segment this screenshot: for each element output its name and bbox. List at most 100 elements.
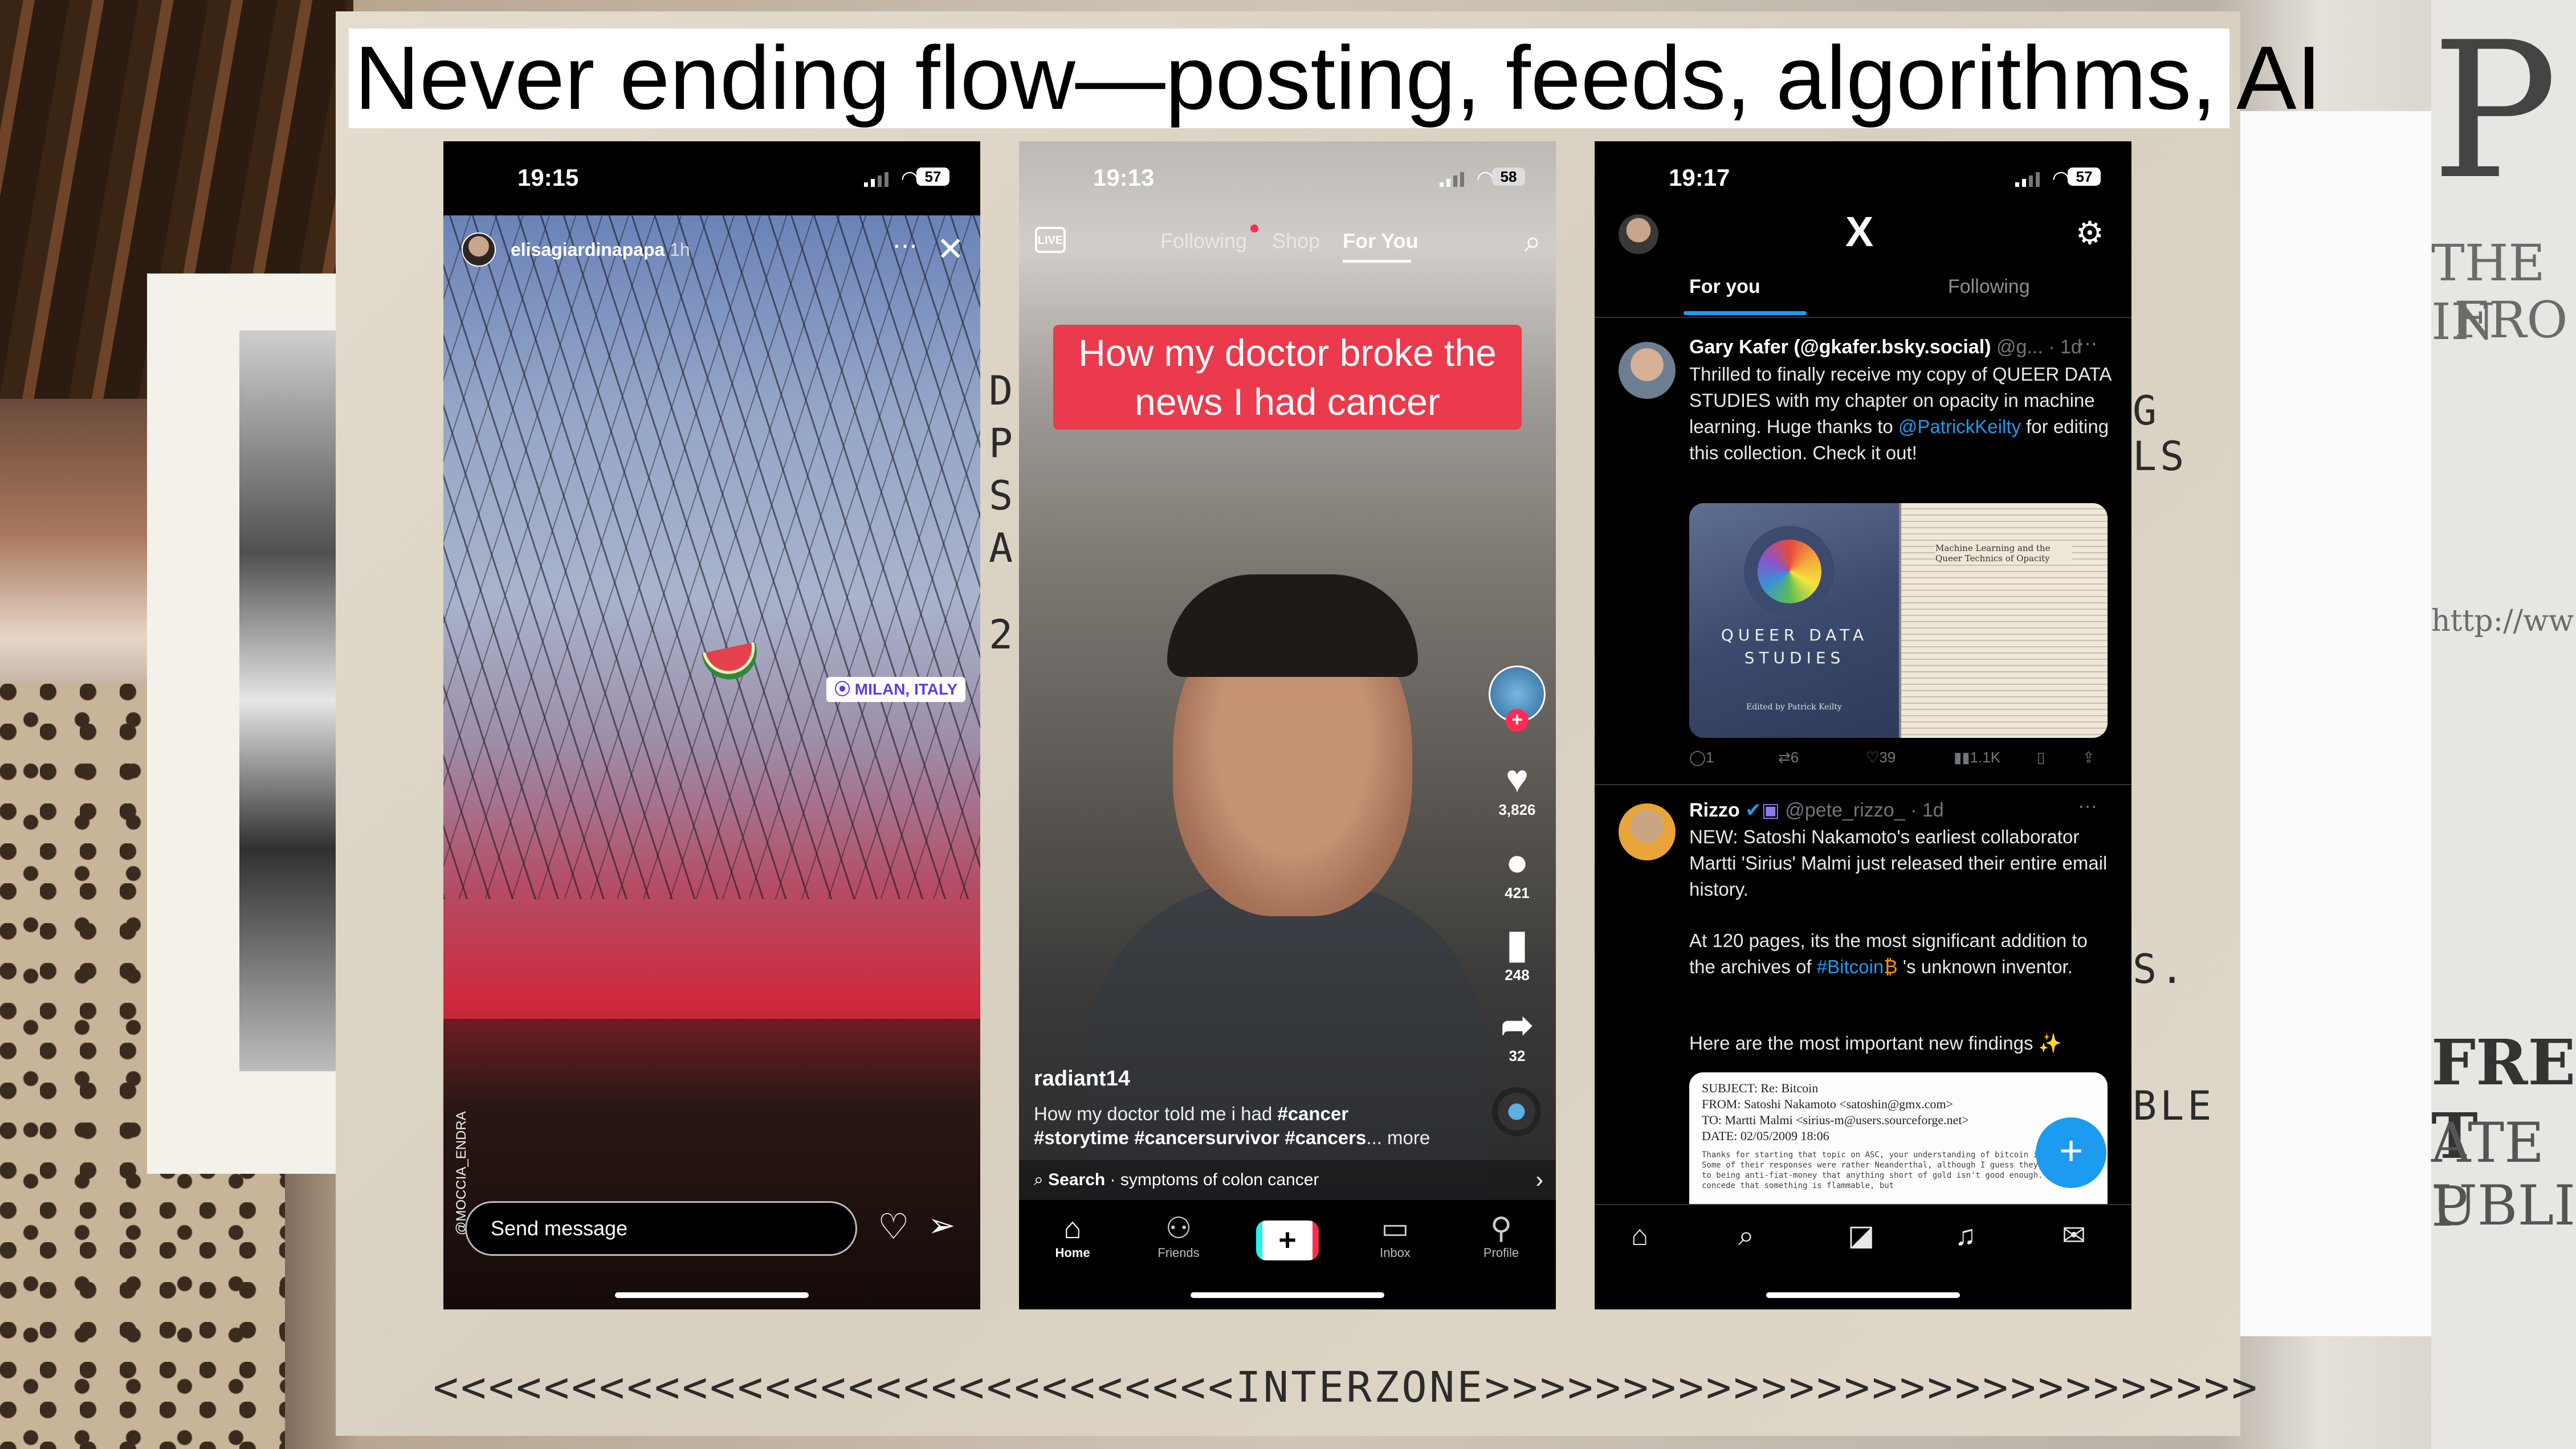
live-button[interactable]: LIVE <box>1035 227 1066 253</box>
bell-icon[interactable]: ♫ <box>1955 1219 1976 1252</box>
location-sticker[interactable]: ⦿ MILAN, ITALY <box>826 677 966 702</box>
tweet-avatar[interactable] <box>1619 803 1676 860</box>
profile-icon: ⚲ <box>1490 1212 1513 1245</box>
sound-disc-icon[interactable] <box>1492 1087 1541 1136</box>
tweet-avatar[interactable] <box>1619 342 1676 399</box>
search-icon[interactable]: ⌕ <box>1738 1219 1754 1252</box>
book-title: QUEER DATA STUDIES <box>1721 626 1869 667</box>
email-date: DATE: 02/05/2009 18:06 <box>1702 1129 1829 1143</box>
tweet-handle: @g... · 1d <box>1996 336 2082 358</box>
more-dots-icon[interactable]: ⋯ <box>2078 795 2097 818</box>
status-time: 19:15 <box>517 164 579 191</box>
search-icon[interactable]: ⌕ <box>1525 225 1541 259</box>
tab-following[interactable]: Following <box>1948 276 2030 298</box>
tab-following[interactable]: Following <box>1160 229 1247 253</box>
story-photo-crowd <box>443 1019 980 1309</box>
book-cover-rainbow-ring <box>1744 526 1835 617</box>
home-indicator <box>615 1292 809 1298</box>
slide-title: Never ending flow—posting, feeds, algori… <box>349 28 2321 128</box>
share-icon[interactable]: ⇪ <box>2082 749 2095 766</box>
grok-icon[interactable]: ◪ <box>1848 1219 1874 1252</box>
tweet-text: NEW: Satoshi Nakamoto's earliest collabo… <box>1689 826 2108 900</box>
like-button[interactable]: ♡ 39 <box>1866 749 1896 766</box>
tweet-author[interactable]: Gary Kafer (@gkafer.bsky.social) @g... ·… <box>1689 336 2082 358</box>
views-button[interactable]: ▮▮ 1.1K <box>1954 749 2000 766</box>
tweet-text: Here are the most important new findings… <box>1689 1032 2062 1054</box>
book-editor: Edited by Patrick Keilty <box>1746 703 1842 712</box>
nav-friends[interactable]: ⚇ Friends <box>1139 1211 1218 1260</box>
story-avatar[interactable] <box>462 232 496 267</box>
verified-badge-icon: ✔ <box>1745 799 1762 821</box>
email-from: FROM: Satoshi Nakamoto <satoshin@gmx.com… <box>1702 1097 1954 1111</box>
comment-button[interactable]: ● 421 <box>1490 840 1544 902</box>
typewriter-mark: BLE <box>2133 1083 2215 1129</box>
more-dots-icon[interactable]: ⋯ <box>892 231 918 260</box>
x-bottom-nav: ⌂ ⌕ ◪ ♫ ✉ <box>1595 1204 2131 1309</box>
video-hair <box>1167 574 1418 677</box>
video-username[interactable]: radiant14 <box>1034 1067 1130 1091</box>
tab-shop[interactable]: Shop <box>1272 229 1320 253</box>
comment-count: 421 <box>1505 884 1530 901</box>
story-username[interactable]: elisagiardinapapa 1h <box>511 239 690 260</box>
tweet-image[interactable]: QUEER DATA STUDIES Edited by Patrick Kei… <box>1689 503 2108 738</box>
poster-line: UBLIC <box>2431 1174 2576 1238</box>
heart-icon: ♥ <box>1505 757 1529 801</box>
search-label: Search <box>1048 1170 1106 1189</box>
signal-icon <box>1440 172 1464 187</box>
location-sticker-text: MILAN, ITALY <box>854 680 958 698</box>
save-count: 248 <box>1505 966 1530 983</box>
hashtag-link[interactable]: #Bitcoin <box>1817 956 1884 977</box>
home-indicator <box>1766 1292 1960 1298</box>
related-search-bar[interactable]: ⌕ Search · symptoms of colon cancer › <box>1019 1160 1556 1200</box>
status-time: 19:17 <box>1669 164 1730 191</box>
tweet-author[interactable]: Rizzo ✔▣ @pete_rizzo_ · 1d <box>1689 799 1944 822</box>
status-bar: 19:13 ◠ 58 <box>1019 164 1556 204</box>
more-dots-icon[interactable]: ⋯ <box>2078 333 2097 356</box>
bitcoin-icon: ₿ <box>1884 956 1898 977</box>
repost-button[interactable]: ⇄ 6 <box>1778 749 1799 766</box>
video-hoodie <box>1087 882 1486 1201</box>
nav-profile[interactable]: ⚲ Profile <box>1461 1211 1541 1260</box>
create-button[interactable]: + <box>1256 1221 1319 1260</box>
bookmark-icon[interactable]: ▯ <box>2037 749 2045 766</box>
tab-for-you[interactable]: For You <box>1343 229 1419 253</box>
gear-icon[interactable]: ⚙ <box>2076 214 2104 252</box>
save-button[interactable]: ▮ 248 <box>1490 922 1544 984</box>
battery-icon: 57 <box>916 168 949 186</box>
typewriter-mark: G <box>2133 387 2161 434</box>
video-caption-overlay: How my doctor broke the news I had cance… <box>1053 325 1522 430</box>
book-cover: QUEER DATA STUDIES Edited by Patrick Kei… <box>1689 503 1899 738</box>
comment-icon: ● <box>1505 840 1529 884</box>
background-poster-right: P THE IN FRO http://ww FREE T ATE P UBLI… <box>2431 0 2576 1449</box>
tweet-handle: @pete_rizzo_ · 1d <box>1785 799 1944 821</box>
poster-line: FRO <box>2454 291 2568 349</box>
share-button[interactable]: ➦ 32 <box>1490 1003 1544 1065</box>
heart-outline-icon[interactable]: ♡ <box>878 1206 910 1247</box>
friends-icon: ⚇ <box>1165 1212 1192 1245</box>
like-button[interactable]: ♥ 3,826 <box>1490 757 1544 819</box>
nav-inbox[interactable]: ▭ Inbox <box>1355 1211 1435 1260</box>
story-age: 1h <box>670 239 690 260</box>
signal-icon <box>864 172 888 187</box>
nav-home[interactable]: ⌂ Home <box>1033 1211 1112 1260</box>
home-icon[interactable]: ⌂ <box>1631 1219 1648 1252</box>
send-message-input[interactable]: Send message <box>465 1201 857 1256</box>
follow-plus-icon[interactable]: + <box>1506 709 1529 732</box>
mention-link[interactable]: @PatrickKeilty <box>1898 416 2021 437</box>
background-paper-right <box>2240 111 2431 1336</box>
typewriter-mark: S. <box>2133 946 2188 993</box>
profile-avatar[interactable] <box>1619 214 1658 254</box>
status-bar: 19:17 ◠ 57 <box>1595 164 2131 204</box>
close-icon[interactable]: ✕ <box>936 230 964 268</box>
compose-post-button[interactable]: + <box>2036 1117 2106 1188</box>
tab-for-you[interactable]: For you <box>1689 276 1760 298</box>
status-bar: 19:15 ◠ 57 <box>443 164 980 204</box>
video-description[interactable]: How my doctor told me i had #cancer #stor… <box>1034 1102 1467 1150</box>
like-count: 3,826 <box>1498 801 1536 818</box>
paper-plane-icon[interactable]: ➢ <box>928 1206 956 1244</box>
reply-button[interactable]: ◯ 1 <box>1689 749 1714 766</box>
email-to: TO: Martti Malmi <sirius-m@users.sourcef… <box>1702 1113 1969 1127</box>
mail-icon[interactable]: ✉ <box>2062 1219 2086 1252</box>
inbox-icon: ▭ <box>1381 1212 1409 1245</box>
story-photo-trees <box>443 215 980 899</box>
